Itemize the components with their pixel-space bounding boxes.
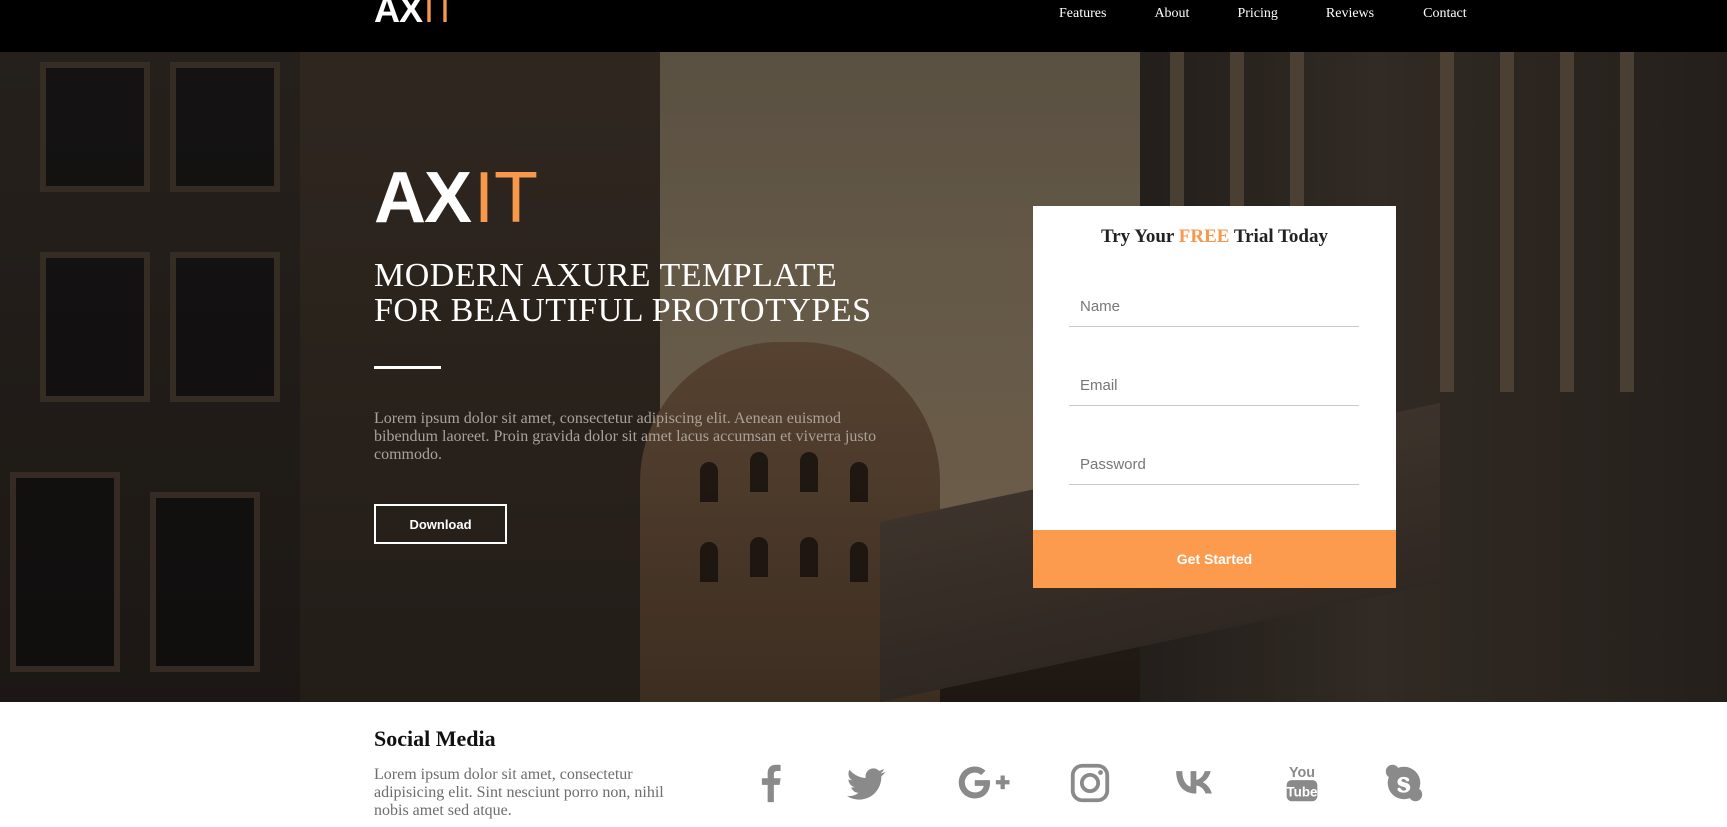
social-icons-row: You Tube [0,760,1727,810]
skype-icon[interactable] [1379,760,1429,806]
hero-overlay [0,52,1727,702]
social-media-title: Social Media [374,726,496,751]
name-input[interactable] [1069,287,1359,327]
hero-title-line1: MODERN AXURE TEMPLATE [374,257,838,294]
nav-link-pricing[interactable]: Pricing [1237,6,1277,22]
hero-section: AX IT MODERN AXURE TEMPLATE FOR BEAUTIFUL… [0,52,1727,702]
top-navbar: AX IT Features About Pricing Reviews Cont… [0,0,1727,52]
trial-title-free: FREE [1178,226,1230,247]
instagram-icon[interactable] [1065,760,1115,806]
twitter-icon[interactable] [841,760,891,806]
hero-divider [374,366,441,369]
get-started-button[interactable]: Get Started [1033,530,1396,588]
hero-title-line2: FOR BEAUTIFUL PROTOTYPES [374,292,872,329]
facebook-icon[interactable] [746,760,796,806]
trial-title-pre: Try Your [1100,226,1179,247]
nav-links: Features About Pricing Reviews Contact [1059,6,1467,22]
hero-description: Lorem ipsum dolor sit amet, consectetur … [374,410,877,463]
nav-link-about[interactable]: About [1154,6,1189,22]
hero-logo-it: IT [474,158,539,238]
nav-logo-ax: AX [374,0,423,30]
email-input[interactable] [1069,366,1359,406]
password-input[interactable] [1069,445,1359,485]
nav-link-reviews[interactable]: Reviews [1326,6,1374,22]
hero-logo-ax: AX [374,158,472,238]
trial-signup-card: Try Your FREE Trial Today Get Started [1033,206,1396,588]
download-button[interactable]: Download [374,504,507,544]
youtube-icon[interactable]: You Tube [1277,760,1327,806]
nav-logo[interactable]: AX IT [374,0,456,28]
hero-title: MODERN AXURE TEMPLATE FOR BEAUTIFUL PROT… [374,258,894,328]
nav-link-contact[interactable]: Contact [1423,6,1467,22]
nav-link-features[interactable]: Features [1059,6,1106,22]
nav-logo-it: IT [424,0,457,30]
vk-icon[interactable] [1170,760,1220,806]
svg-text:Tube: Tube [1286,784,1317,799]
google-plus-icon[interactable] [953,760,1019,806]
trial-title: Try Your FREE Trial Today [1033,226,1396,248]
hero-logo: AX IT [374,162,538,234]
svg-text:You: You [1289,765,1315,781]
trial-title-post: Trial Today [1229,226,1328,247]
